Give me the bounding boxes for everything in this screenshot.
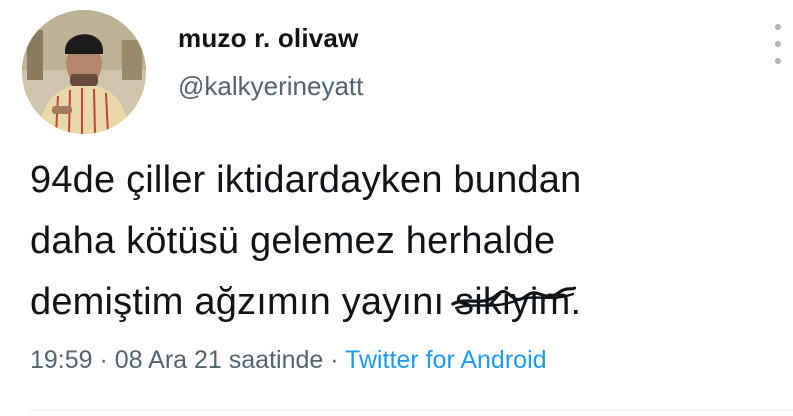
tweet-line-3-end: .	[570, 281, 582, 323]
scribbled-word: sikiyim	[451, 272, 577, 333]
avatar[interactable]	[22, 10, 146, 134]
more-vertical-icon[interactable]	[770, 24, 786, 64]
dot	[775, 24, 781, 30]
display-name[interactable]: muzo r. olivaw	[178, 23, 359, 54]
tweet-line-1: 94de çiller iktidardayken bundan	[30, 159, 582, 201]
avatar-image	[22, 10, 146, 134]
tweet-text: 94de çiller iktidardayken bundan daha kö…	[30, 150, 790, 333]
dot	[775, 58, 781, 64]
user-handle[interactable]: @kalkyerineyatt	[178, 71, 363, 102]
meta-separator: ·	[323, 346, 346, 374]
tweet-line-2: daha kötüsü gelemez herhalde	[30, 220, 556, 262]
tweet-meta: 19:59 · 08 Ara 21 saatinde · Twitter for…	[30, 346, 547, 375]
tweet-line-3: demiştim ağzımın yayını sikiyim.	[30, 272, 790, 333]
tweet-line-3-text: demiştim ağzımın yayını	[30, 281, 456, 323]
scribbled-word-text: sikiyim	[455, 281, 571, 323]
tweet-card: muzo r. olivaw @kalkyerineyatt 94de çill…	[0, 0, 793, 416]
divider	[30, 410, 793, 411]
tweet-time[interactable]: 19:59	[30, 346, 93, 374]
meta-separator: ·	[92, 346, 115, 374]
dot	[775, 41, 781, 47]
tweet-date[interactable]: 08 Ara 21 saatinde	[115, 346, 324, 374]
tweet-source-link[interactable]: Twitter for Android	[345, 346, 546, 374]
